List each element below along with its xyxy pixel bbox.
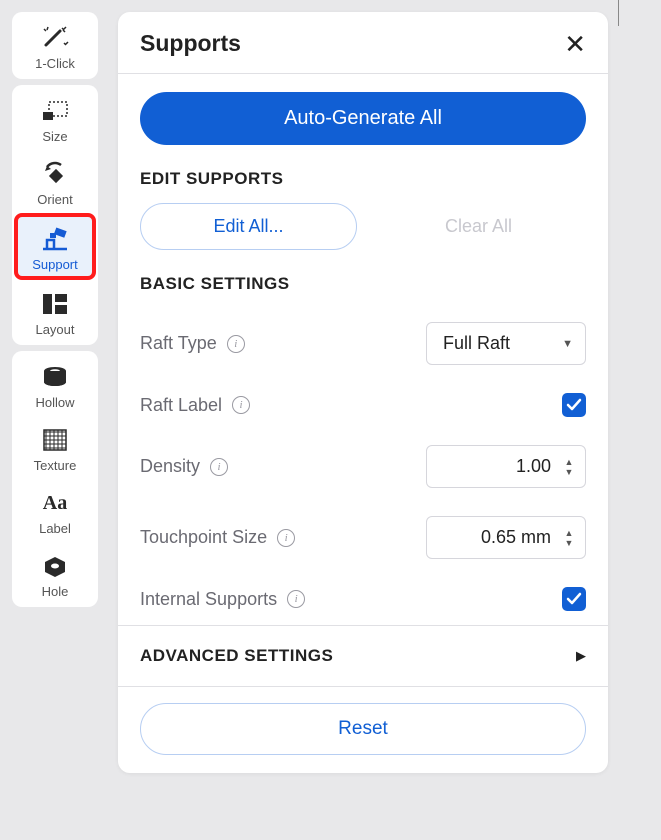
viewport-divider xyxy=(618,0,619,26)
reset-wrap: Reset xyxy=(118,687,608,761)
check-icon xyxy=(566,398,582,412)
sidebar-item-label: Texture xyxy=(34,458,77,473)
sidebar-item-texture[interactable]: Texture xyxy=(14,416,96,479)
clear-all-button: Clear All xyxy=(371,203,586,250)
sidebar-item-size[interactable]: Size xyxy=(14,87,96,150)
supports-panel: Supports ✕ Auto-Generate All EDIT SUPPOR… xyxy=(118,12,608,773)
wand-icon xyxy=(37,24,73,52)
advanced-settings-toggle[interactable]: ADVANCED SETTINGS ▶ xyxy=(118,625,608,687)
sidebar-item-label: Hollow xyxy=(35,395,74,410)
raft-label-checkbox[interactable] xyxy=(562,393,586,417)
raft-type-row: Raft Type i Full Raft ▼ xyxy=(140,308,586,379)
sidebar-group-2: Size Orient Support xyxy=(12,85,98,345)
stepper-up-icon[interactable]: ▲ xyxy=(561,528,577,538)
stepper-down-icon[interactable]: ▼ xyxy=(561,538,577,548)
sidebar-item-support[interactable]: Support xyxy=(14,213,96,280)
raft-type-value: Full Raft xyxy=(443,333,510,353)
label-icon: Aa xyxy=(37,489,73,517)
info-icon[interactable]: i xyxy=(287,590,305,608)
support-icon xyxy=(37,225,73,253)
sidebar-item-label[interactable]: Aa Label xyxy=(14,479,96,542)
sidebar-item-label: Hole xyxy=(42,584,69,599)
density-label: Density xyxy=(140,456,200,477)
sidebar-item-label: Size xyxy=(42,129,67,144)
sidebar-item-hollow[interactable]: Hollow xyxy=(14,353,96,416)
touchpoint-value: 0.65 mm xyxy=(481,527,551,547)
touchpoint-row: Touchpoint Size i 0.65 mm ▲ ▼ xyxy=(140,502,586,573)
chevron-right-icon: ▶ xyxy=(576,648,586,664)
basic-settings-heading: BASIC SETTINGS xyxy=(140,274,586,294)
raft-label-row: Raft Label i xyxy=(140,379,586,431)
touchpoint-label: Touchpoint Size xyxy=(140,527,267,548)
panel-body: Auto-Generate All EDIT SUPPORTS Edit All… xyxy=(118,74,608,625)
auto-generate-button[interactable]: Auto-Generate All xyxy=(140,92,586,145)
internal-supports-row: Internal Supports i xyxy=(140,573,586,625)
raft-type-select[interactable]: Full Raft ▼ xyxy=(426,322,586,365)
info-icon[interactable]: i xyxy=(232,396,250,414)
raft-label-label: Raft Label xyxy=(140,395,222,416)
edit-supports-row: Edit All... Clear All xyxy=(140,203,586,250)
density-value: 1.00 xyxy=(516,456,551,476)
size-icon xyxy=(37,97,73,125)
texture-icon xyxy=(37,426,73,454)
sidebar-group-3: Hollow Texture Aa Label xyxy=(12,351,98,607)
sidebar-item-label: Layout xyxy=(35,322,74,337)
sidebar-item-hole[interactable]: Hole xyxy=(14,542,96,605)
info-icon[interactable]: i xyxy=(227,335,245,353)
panel-header: Supports ✕ xyxy=(118,12,608,67)
sidebar-item-label: 1-Click xyxy=(35,56,75,71)
orient-icon xyxy=(37,160,73,188)
tool-sidebar: 1-Click Size Orient xyxy=(12,12,98,607)
sidebar-item-label: Support xyxy=(32,257,78,272)
density-row: Density i 1.00 ▲ ▼ xyxy=(140,431,586,502)
reset-button[interactable]: Reset xyxy=(140,703,586,755)
stepper-down-icon[interactable]: ▼ xyxy=(561,467,577,477)
internal-supports-checkbox[interactable] xyxy=(562,587,586,611)
sidebar-item-orient[interactable]: Orient xyxy=(14,150,96,213)
edit-supports-heading: EDIT SUPPORTS xyxy=(140,169,586,189)
info-icon[interactable]: i xyxy=(277,529,295,547)
layout-icon xyxy=(37,290,73,318)
close-button[interactable]: ✕ xyxy=(564,31,586,57)
raft-type-label: Raft Type xyxy=(140,333,217,354)
hollow-icon xyxy=(37,363,73,391)
sidebar-item-label: Orient xyxy=(37,192,72,207)
sidebar-group-1: 1-Click xyxy=(12,12,98,79)
sidebar-item-1click[interactable]: 1-Click xyxy=(14,14,96,77)
close-icon: ✕ xyxy=(564,29,586,59)
hole-icon xyxy=(37,552,73,580)
chevron-down-icon: ▼ xyxy=(562,338,573,350)
sidebar-item-label: Label xyxy=(39,521,71,536)
internal-supports-label: Internal Supports xyxy=(140,589,277,610)
stepper-up-icon[interactable]: ▲ xyxy=(561,457,577,467)
sidebar-item-layout[interactable]: Layout xyxy=(14,280,96,343)
panel-title: Supports xyxy=(140,30,241,57)
advanced-settings-heading: ADVANCED SETTINGS xyxy=(140,646,333,666)
edit-all-button[interactable]: Edit All... xyxy=(140,203,357,250)
touchpoint-stepper[interactable]: 0.65 mm ▲ ▼ xyxy=(426,516,586,559)
density-stepper[interactable]: 1.00 ▲ ▼ xyxy=(426,445,586,488)
info-icon[interactable]: i xyxy=(210,458,228,476)
check-icon xyxy=(566,592,582,606)
